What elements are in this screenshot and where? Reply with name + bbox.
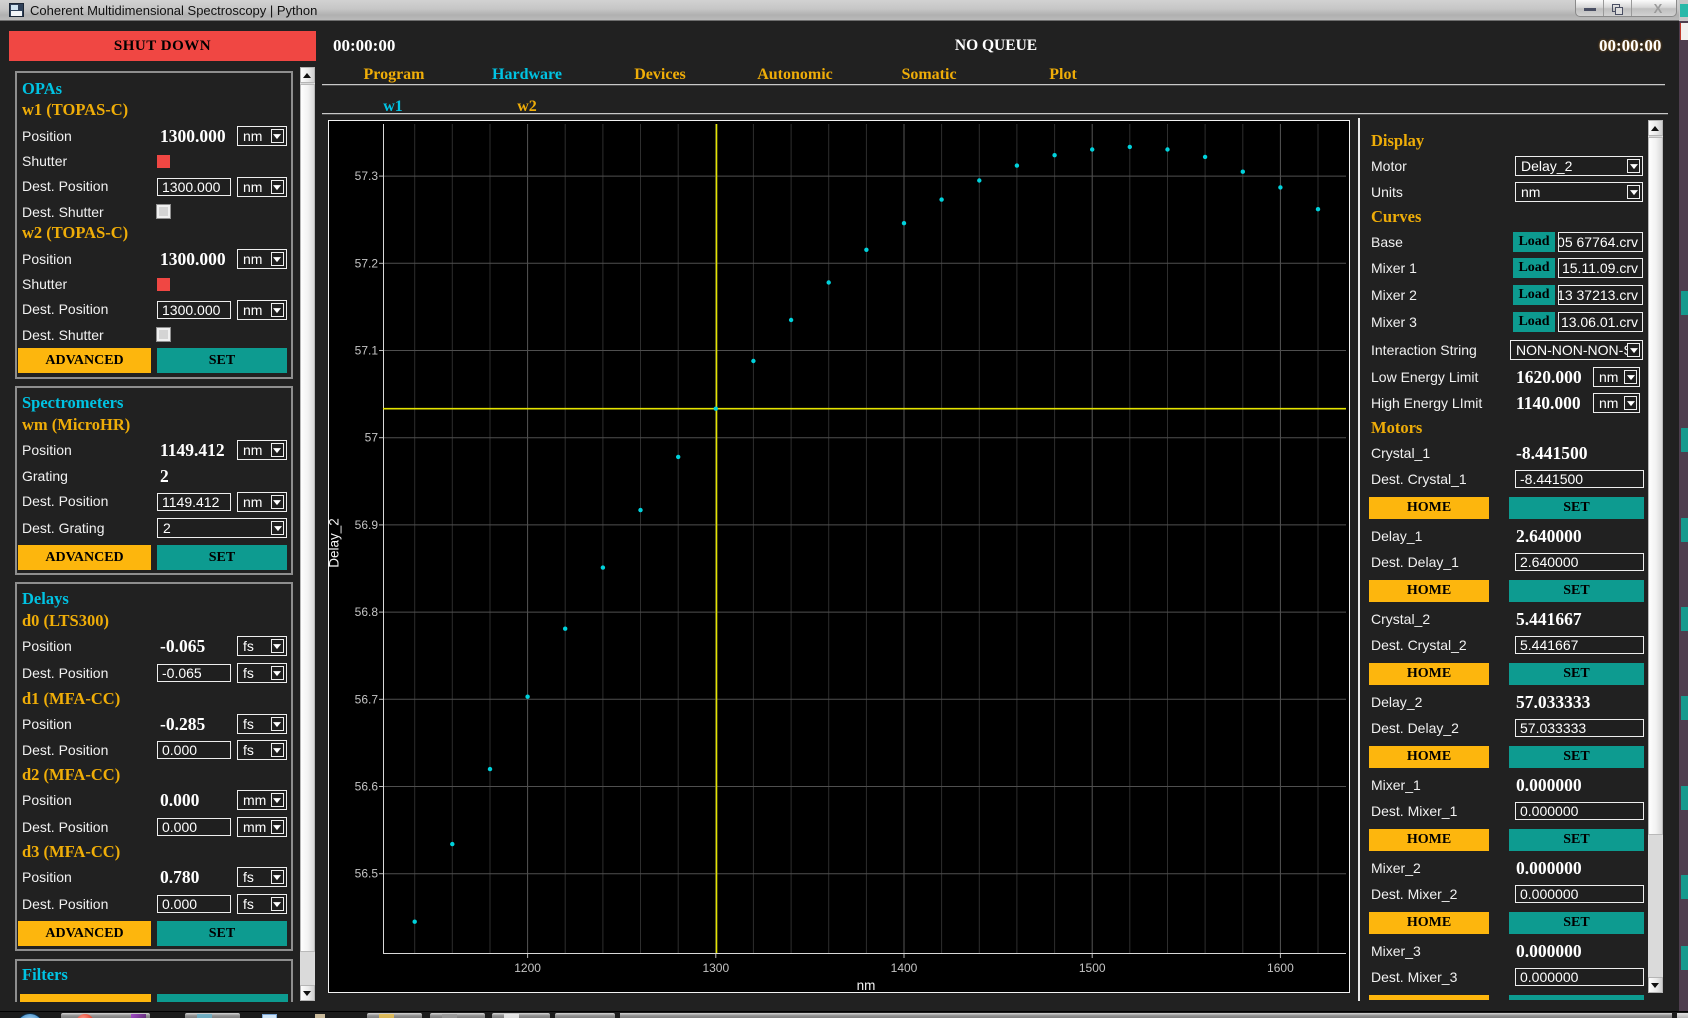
svg-text:56.5: 56.5 (355, 867, 379, 881)
svg-text:57.3: 57.3 (355, 169, 379, 183)
svg-text:56.8: 56.8 (355, 605, 379, 619)
svg-text:57.1: 57.1 (355, 344, 379, 358)
svg-text:57.2: 57.2 (355, 256, 379, 270)
svg-text:56.9: 56.9 (355, 518, 379, 532)
svg-text:1500: 1500 (1079, 961, 1106, 975)
svg-text:nm: nm (857, 978, 876, 993)
svg-text:1300: 1300 (702, 961, 729, 975)
svg-text:1600: 1600 (1267, 961, 1294, 975)
svg-text:1200: 1200 (514, 961, 541, 975)
svg-text:Delay_2: Delay_2 (328, 518, 342, 568)
svg-text:57: 57 (365, 431, 379, 445)
svg-text:1400: 1400 (891, 961, 918, 975)
svg-text:56.6: 56.6 (355, 780, 379, 794)
svg-text:56.7: 56.7 (355, 692, 379, 706)
